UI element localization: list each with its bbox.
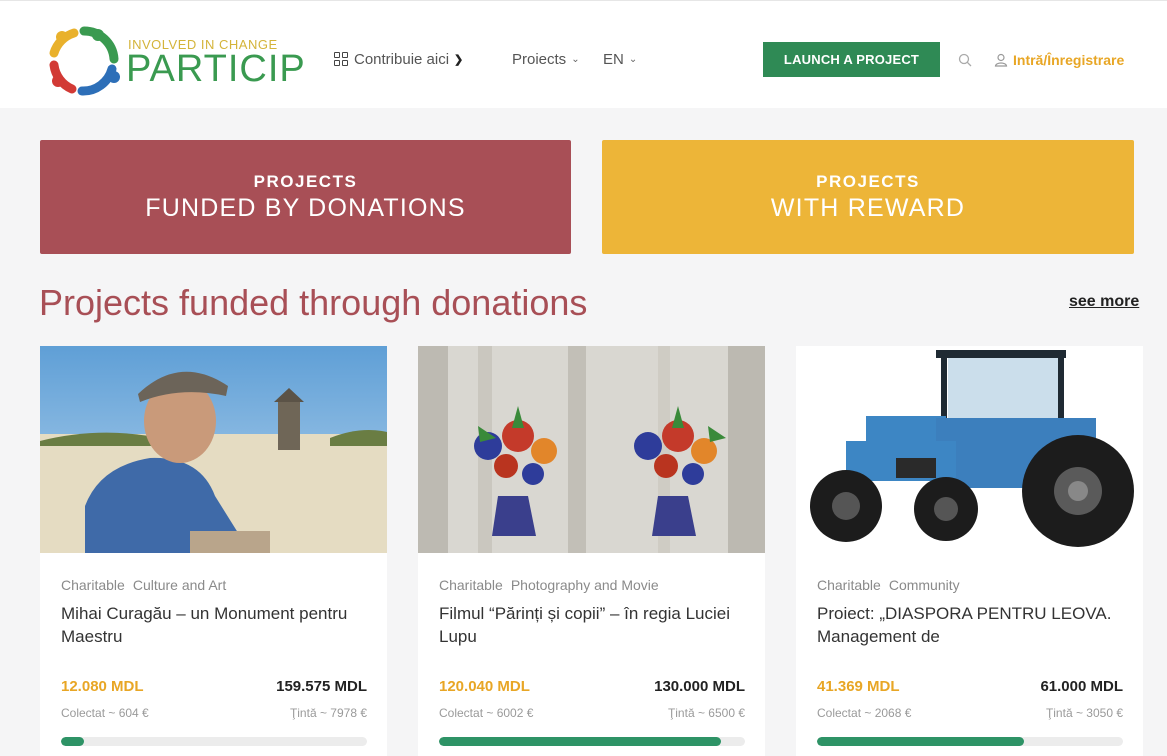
nav-projects-label: Proiects: [512, 51, 567, 68]
project-image[interactable]: [40, 346, 387, 553]
goal-amount: 159.575 MDL: [276, 678, 367, 695]
raised-eur: Colectat ~ 6002 €: [439, 706, 534, 720]
progress-fill: [439, 737, 722, 746]
banner-top-text: PROJECTS: [253, 171, 358, 191]
progress-fill: [61, 737, 85, 746]
site-logo[interactable]: INVOLVED IN CHANGE PARTICIP: [46, 25, 305, 97]
project-card[interactable]: Charitable Culture and Art Mihai Curagău …: [40, 346, 387, 756]
banner-bottom-text: FUNDED BY DONATIONS: [145, 193, 466, 222]
project-title[interactable]: Mihai Curagău – un Monument pentru Maest…: [61, 602, 371, 648]
grid-icon: [334, 52, 349, 67]
project-title[interactable]: Filmul “Părinți și copii” – în regia Luc…: [439, 602, 749, 648]
reward-banner[interactable]: PROJECTS WITH REWARD: [602, 140, 1134, 254]
logo-wordmark: PARTICIP: [126, 48, 306, 90]
raised-amount: 120.040 MDL: [439, 678, 530, 695]
goal-amount: 130.000 MDL: [654, 678, 745, 695]
goal-eur: Ţintă ~ 3050 €: [1045, 706, 1123, 720]
logo-people-icon: [49, 26, 120, 96]
progress-fill: [817, 737, 1025, 746]
nav-contribute-label: Contribuie aici: [354, 51, 450, 68]
goal-eur: Ţintă ~ 7978 €: [289, 706, 367, 720]
category-tag[interactable]: Community: [889, 577, 960, 593]
nav-projects[interactable]: Proiects ⌄: [512, 51, 580, 68]
goal-eur: Ţintă ~ 6500 €: [667, 706, 745, 720]
launch-project-button[interactable]: LAUNCH A PROJECT: [763, 42, 940, 77]
progress-bar: [439, 737, 745, 746]
banner-bottom-text: WITH REWARD: [770, 193, 966, 222]
raised-amount: 41.369 MDL: [817, 678, 900, 695]
chevron-down-icon: ⌄: [571, 54, 580, 65]
chevron-down-icon: ⌄: [628, 54, 638, 65]
search-icon[interactable]: [958, 53, 972, 67]
raised-eur: Colectat ~ 2068 €: [817, 706, 912, 720]
see-more-link[interactable]: see more: [1069, 293, 1139, 311]
nav-language[interactable]: EN ⌄: [603, 51, 637, 68]
progress-bar: [61, 737, 367, 746]
category-tag[interactable]: Charitable: [817, 577, 881, 593]
category-tag[interactable]: Photography and Movie: [511, 577, 659, 593]
project-categories: Charitable Photography and Movie: [439, 577, 659, 593]
category-tag[interactable]: Charitable: [61, 577, 125, 593]
project-card[interactable]: Charitable Photography and Movie Filmul “…: [418, 346, 765, 756]
project-image[interactable]: [418, 346, 765, 553]
raised-eur: Colectat ~ 604 €: [61, 706, 149, 720]
progress-bar: [817, 737, 1123, 746]
category-tag[interactable]: Charitable: [439, 577, 503, 593]
nav-language-label: EN: [603, 51, 624, 68]
donations-banner[interactable]: PROJECTS FUNDED BY DONATIONS: [40, 140, 571, 254]
nav-contribute[interactable]: Contribuie aici ❯: [334, 51, 463, 68]
project-title[interactable]: Proiect: „DIASPORA PENTRU LEOVA. Managem…: [817, 602, 1127, 648]
project-image[interactable]: [796, 346, 1143, 553]
raised-amount: 12.080 MDL: [61, 678, 144, 695]
section-title: Projects funded through donations: [39, 282, 588, 323]
project-categories: Charitable Community: [817, 577, 960, 593]
chevron-down-icon: ❯: [454, 54, 464, 66]
login-label: Intră/Înregistrare: [1013, 52, 1125, 68]
login-link[interactable]: Intră/Înregistrare: [994, 52, 1124, 68]
site-header: INVOLVED IN CHANGE PARTICIP Contribuie a…: [0, 0, 1167, 108]
user-icon: [994, 53, 1008, 67]
goal-amount: 61.000 MDL: [1040, 678, 1123, 695]
category-tag[interactable]: Culture and Art: [133, 577, 226, 593]
banner-top-text: PROJECTS: [816, 171, 920, 191]
project-categories: Charitable Culture and Art: [61, 577, 226, 593]
project-card[interactable]: Charitable Community Proiect: „DIASPORA P…: [796, 346, 1143, 756]
